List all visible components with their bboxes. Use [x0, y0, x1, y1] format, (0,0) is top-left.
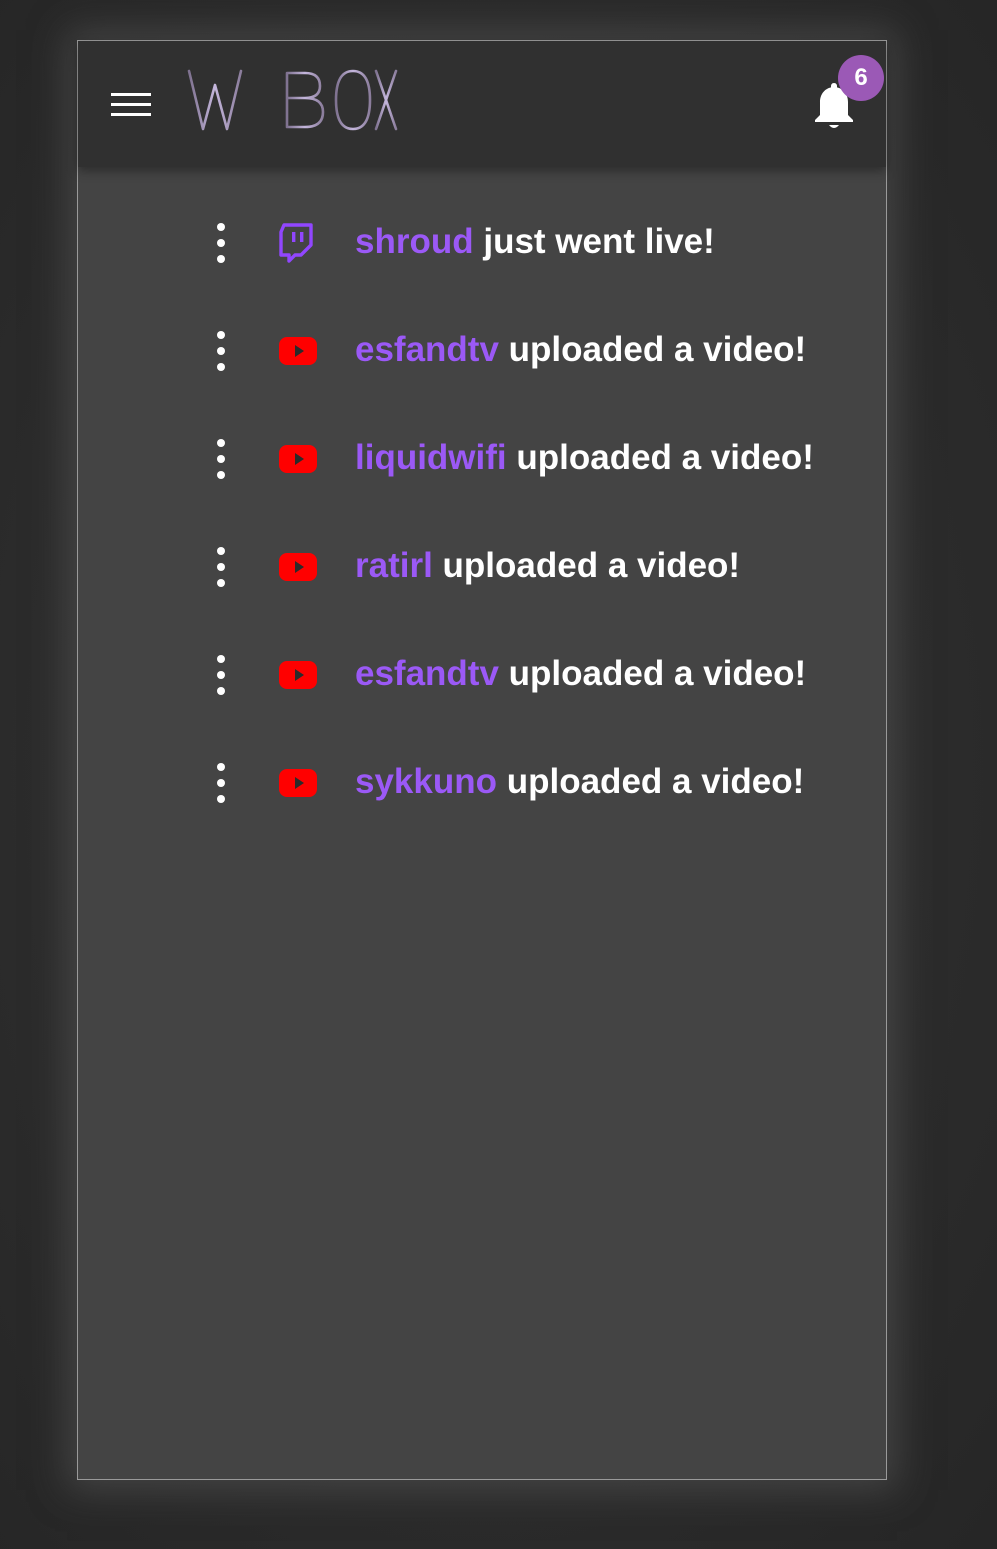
- notification-message[interactable]: liquidwifi uploaded a video!: [355, 433, 814, 483]
- more-options-icon[interactable]: [206, 761, 236, 805]
- channel-name-link[interactable]: shroud: [355, 222, 474, 261]
- kebab-dot: [217, 455, 225, 463]
- kebab-dot: [217, 547, 225, 555]
- more-options-icon[interactable]: [206, 329, 236, 373]
- notification-message[interactable]: esfandtv uploaded a video!: [355, 325, 806, 375]
- notification-message[interactable]: sykkuno uploaded a video!: [355, 757, 804, 807]
- kebab-dot: [217, 255, 225, 263]
- kebab-dot: [217, 795, 225, 803]
- notification-message[interactable]: shroud just went live!: [355, 217, 715, 267]
- kebab-dot: [217, 331, 225, 339]
- channel-name-link[interactable]: liquidwifi: [355, 438, 507, 477]
- notification-action-text: just went live!: [483, 222, 715, 261]
- youtube-icon: [274, 437, 322, 481]
- notification-action-text: uploaded a video!: [508, 654, 807, 693]
- notification-action-text: uploaded a video!: [508, 330, 807, 369]
- kebab-dot: [217, 655, 225, 663]
- notification-message[interactable]: ratirl uploaded a video!: [355, 541, 740, 591]
- notification-item[interactable]: shroud just went live!: [78, 187, 886, 295]
- kebab-dot: [217, 439, 225, 447]
- channel-name-link[interactable]: esfandtv: [355, 330, 499, 369]
- more-options-icon[interactable]: [206, 545, 236, 589]
- kebab-dot: [217, 223, 225, 231]
- notification-item[interactable]: sykkuno uploaded a video!: [78, 727, 886, 835]
- notification-count-badge: 6: [838, 55, 884, 101]
- notification-action-text: uploaded a video!: [516, 438, 814, 477]
- notification-item[interactable]: esfandtv uploaded a video!: [78, 295, 886, 403]
- app-header: 6: [78, 41, 886, 167]
- webox-logo[interactable]: [186, 67, 398, 133]
- notification-message[interactable]: esfandtv uploaded a video!: [355, 649, 806, 699]
- more-options-icon[interactable]: [206, 437, 236, 481]
- youtube-icon: [274, 761, 322, 805]
- notification-item[interactable]: liquidwifi uploaded a video!: [78, 403, 886, 511]
- menu-bar: [111, 103, 151, 106]
- more-options-icon[interactable]: [206, 221, 236, 265]
- kebab-dot: [217, 579, 225, 587]
- notification-item[interactable]: ratirl uploaded a video!: [78, 511, 886, 619]
- twitch-icon: [274, 221, 322, 265]
- kebab-dot: [217, 239, 225, 247]
- channel-name-link[interactable]: ratirl: [355, 546, 433, 585]
- kebab-dot: [217, 671, 225, 679]
- more-options-icon[interactable]: [206, 653, 236, 697]
- hamburger-menu-icon[interactable]: [108, 87, 152, 121]
- kebab-dot: [217, 363, 225, 371]
- youtube-icon: [274, 545, 322, 589]
- kebab-dot: [217, 471, 225, 479]
- notification-action-text: uploaded a video!: [442, 546, 741, 585]
- menu-bar: [111, 93, 151, 96]
- kebab-dot: [217, 779, 225, 787]
- kebab-dot: [217, 687, 225, 695]
- notification-panel: 6 shroud just went live! esfandtv uploade…: [77, 40, 887, 1480]
- channel-name-link[interactable]: esfandtv: [355, 654, 499, 693]
- youtube-icon: [274, 329, 322, 373]
- channel-name-link[interactable]: sykkuno: [355, 762, 497, 801]
- kebab-dot: [217, 563, 225, 571]
- youtube-icon: [274, 653, 322, 697]
- menu-bar: [111, 113, 151, 116]
- kebab-dot: [217, 347, 225, 355]
- kebab-dot: [217, 763, 225, 771]
- notification-action-text: uploaded a video!: [506, 762, 805, 801]
- notification-item[interactable]: esfandtv uploaded a video!: [78, 619, 886, 727]
